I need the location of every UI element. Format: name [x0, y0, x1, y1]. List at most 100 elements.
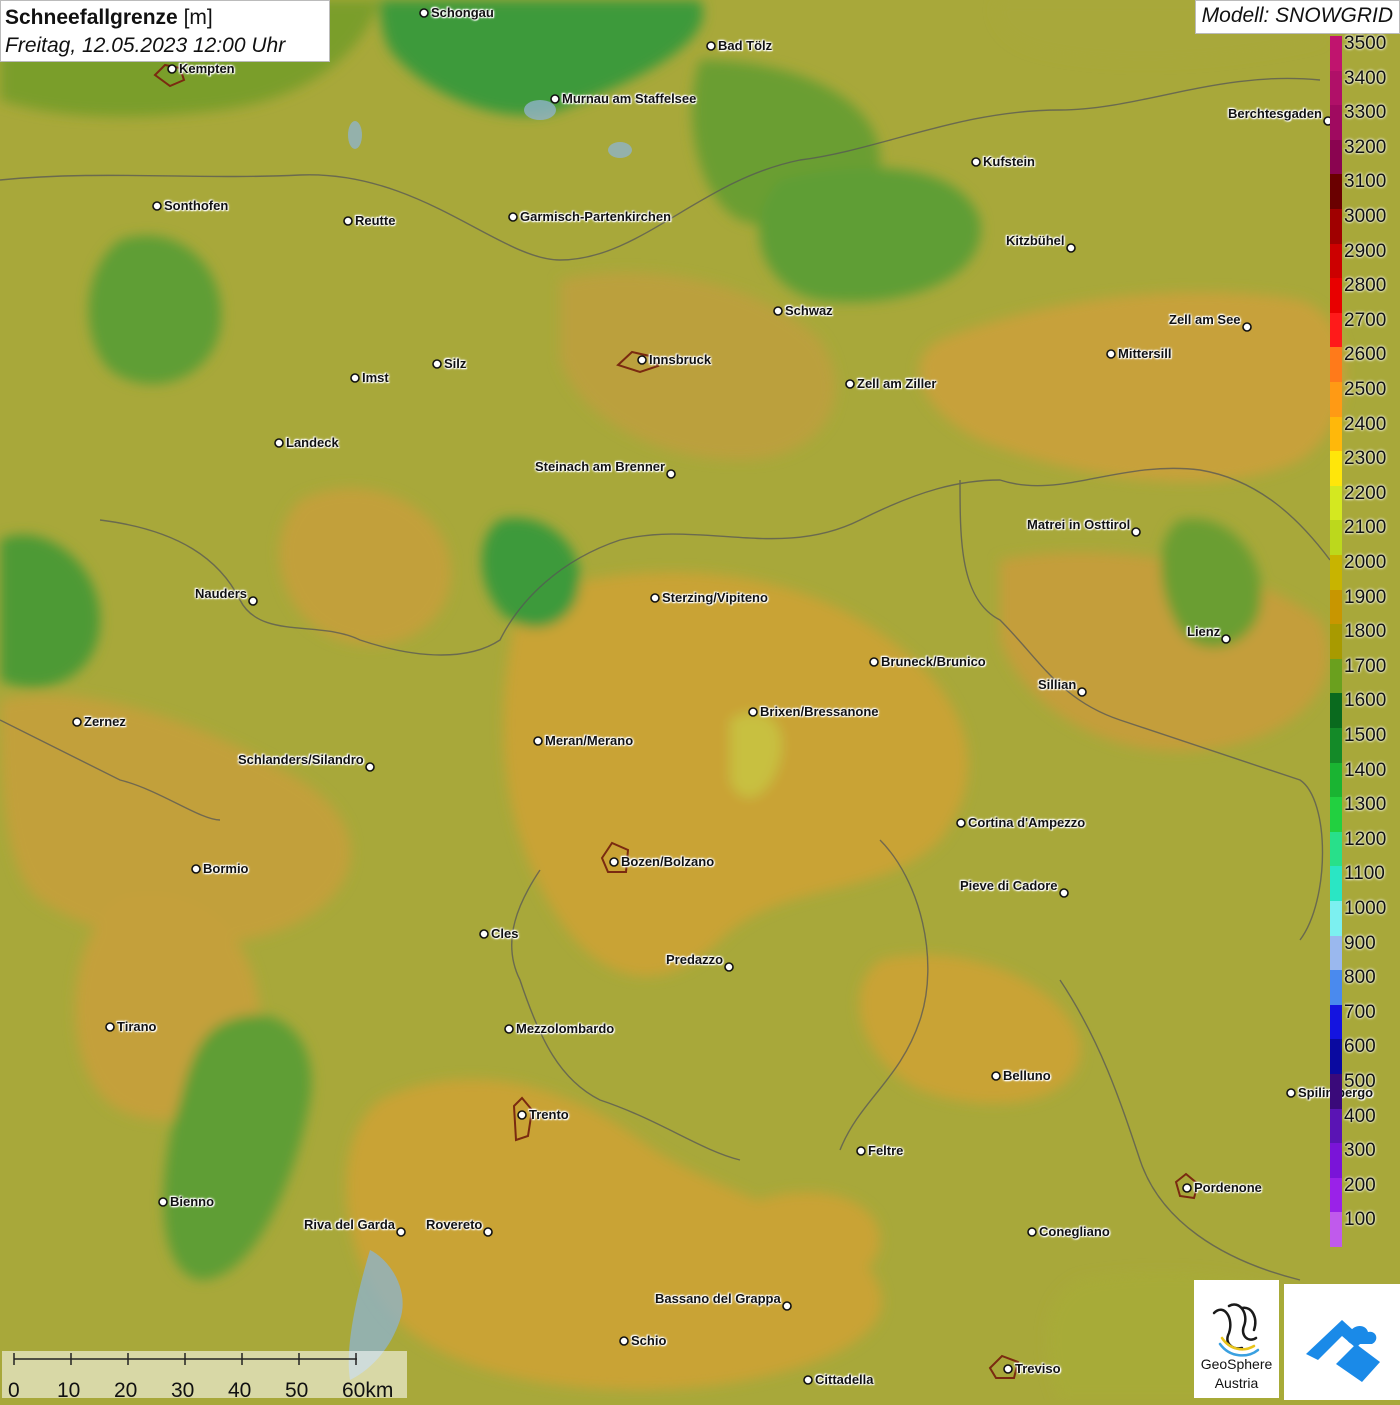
- scale-bar-line: [13, 1353, 357, 1365]
- legend-label: 3500: [1344, 33, 1387, 54]
- city-marker: [1077, 687, 1087, 697]
- city-marker: [167, 64, 177, 74]
- city-marker: [72, 717, 82, 727]
- city-marker: [248, 596, 258, 606]
- city-marker: [1221, 634, 1231, 644]
- legend-swatch: [1330, 1074, 1342, 1109]
- city-label: Cles: [491, 926, 519, 941]
- legend-swatch: [1330, 589, 1342, 625]
- legend-swatch: [1330, 1143, 1342, 1178]
- city-label: Tirano: [117, 1019, 157, 1034]
- legend-label: 2000: [1344, 552, 1387, 573]
- scale-tick-label: 50: [285, 1379, 309, 1402]
- model-label: Modell: SNOWGRID: [1194, 0, 1400, 34]
- city-marker: [856, 1146, 866, 1156]
- legend-swatch: [1330, 658, 1342, 694]
- city-label: Landeck: [286, 435, 339, 450]
- city-marker: [1286, 1088, 1296, 1098]
- logo-line2: Austria: [1214, 1375, 1259, 1391]
- city-label: Kufstein: [983, 154, 1035, 169]
- city-marker: [706, 41, 716, 51]
- city-marker: [782, 1301, 792, 1311]
- city-marker: [773, 306, 783, 316]
- city-label: Pordenone: [1194, 1180, 1262, 1195]
- legend-label: 200: [1344, 1174, 1376, 1196]
- city-label: Bormio: [203, 861, 249, 876]
- legend-label: 1700: [1344, 655, 1387, 677]
- city-label: Trento: [529, 1107, 569, 1122]
- legend-label: 1800: [1344, 621, 1387, 643]
- legend-swatch: [1330, 624, 1342, 659]
- city-marker: [619, 1336, 629, 1346]
- scale-bar: 0 10 20 30 40 50 60km: [2, 1351, 407, 1402]
- legend-swatch: [1330, 1004, 1342, 1040]
- city-marker: [479, 929, 489, 939]
- city-label: Berchtesgaden: [1228, 106, 1322, 121]
- city-marker: [343, 216, 353, 226]
- legend-label: 2700: [1344, 309, 1387, 331]
- legend-swatch: [1330, 831, 1342, 867]
- city-label: Lienz: [1187, 624, 1221, 639]
- city-label: Steinach am Brenner: [535, 459, 666, 474]
- scale-tick-label: 10: [57, 1379, 81, 1402]
- legend-swatch: [1330, 209, 1342, 244]
- legend-label: 3300: [1344, 102, 1387, 124]
- city-marker: [1066, 243, 1076, 253]
- city-label: Conegliano: [1039, 1224, 1110, 1239]
- city-marker: [483, 1227, 493, 1237]
- city-marker: [432, 359, 442, 369]
- city-label: Reutte: [355, 213, 396, 228]
- city-marker: [508, 212, 518, 222]
- legend-swatch: [1330, 174, 1342, 209]
- scale-tick-label: 20: [114, 1379, 138, 1402]
- legend-swatch: [1330, 70, 1342, 106]
- legend-label: 700: [1344, 1001, 1376, 1023]
- legend-label: 900: [1344, 932, 1376, 954]
- city-label: Sterzing/Vipiteno: [662, 590, 768, 605]
- city-label: Rovereto: [426, 1217, 483, 1232]
- title-unit: [m]: [183, 6, 213, 29]
- city-marker: [517, 1110, 527, 1120]
- legend-label: 600: [1344, 1036, 1376, 1058]
- city-label: Schio: [631, 1333, 667, 1348]
- geosphere-logo[interactable]: GeoSphere Austria: [1194, 1280, 1279, 1398]
- city-marker: [274, 438, 284, 448]
- city-marker: [504, 1024, 514, 1034]
- legend-swatch: [1330, 278, 1342, 313]
- city-label: Brixen/Bressanone: [760, 704, 879, 719]
- legend-swatch: [1330, 347, 1342, 382]
- legend-label: 2900: [1344, 240, 1387, 262]
- city-marker: [1027, 1227, 1037, 1237]
- city-label: Bad Tölz: [718, 38, 773, 53]
- legend-swatch: [1330, 312, 1342, 348]
- legend-label: 1300: [1344, 794, 1387, 816]
- legend-label: 2200: [1344, 482, 1387, 504]
- legend-swatch: [1330, 416, 1342, 452]
- city-label: Matrei in Osttirol: [1027, 517, 1131, 532]
- city-marker: [1131, 527, 1141, 537]
- city-label: Cortina d'Ampezzo: [968, 815, 1086, 830]
- city-label: Mittersill: [1118, 346, 1172, 361]
- city-label: Zell am Ziller: [857, 376, 937, 391]
- city-label: Feltre: [868, 1143, 904, 1158]
- city-marker: [803, 1375, 813, 1385]
- app-logo[interactable]: [1284, 1284, 1400, 1400]
- mountain-cloud-icon: [1306, 1320, 1380, 1382]
- city-marker: [191, 864, 201, 874]
- legend-label: 500: [1344, 1071, 1376, 1092]
- city-marker: [350, 373, 360, 383]
- legend-swatch: [1330, 382, 1342, 417]
- legend-label: 2100: [1344, 517, 1387, 539]
- legend-swatch: [1330, 485, 1342, 521]
- city-label: Bruneck/Brunico: [881, 654, 986, 669]
- city-marker: [1003, 1364, 1013, 1374]
- city-label: Zernez: [84, 714, 126, 729]
- legend-label: 2300: [1344, 448, 1387, 470]
- city-label: Kitzbühel: [1006, 233, 1065, 248]
- legend-label: 400: [1344, 1105, 1376, 1127]
- legend-swatch: [1330, 555, 1342, 590]
- city-label: Mezzolombardo: [516, 1021, 615, 1036]
- city-label: Cittadella: [815, 1372, 874, 1387]
- city-label: Predazzo: [666, 952, 724, 967]
- legend-swatch: [1330, 36, 1342, 71]
